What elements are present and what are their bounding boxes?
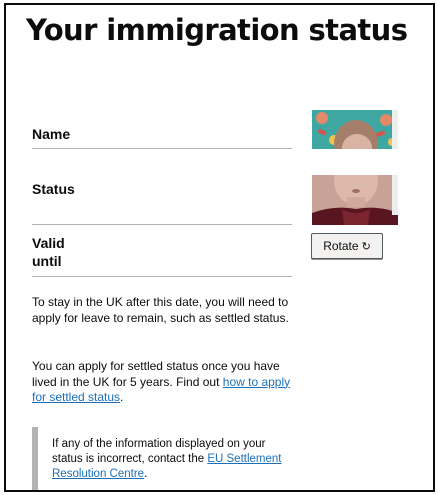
summary-list: Name Status Valid until xyxy=(32,109,292,277)
summary-row-valid-until: Valid until xyxy=(32,225,292,277)
rotate-button-label: Rotate xyxy=(323,239,359,253)
rotate-icon: ↻ xyxy=(361,240,371,253)
paragraph-settled-status-end: . xyxy=(120,390,124,404)
summary-key-status: Status xyxy=(32,181,75,197)
photo-bottom xyxy=(312,175,398,225)
inset-text: If any of the information displayed on y… xyxy=(32,427,294,490)
paragraph-settled-status: You can apply for settled status once yo… xyxy=(32,359,294,406)
photo-top xyxy=(312,110,398,149)
status-page: Your immigration status Name Status Vali… xyxy=(4,3,435,492)
rotate-button[interactable]: Rotate ↻ xyxy=(311,233,383,259)
inset-text-end: . xyxy=(144,468,148,480)
page-title: Your immigration status xyxy=(26,13,408,47)
summary-key-valid-until: Valid until xyxy=(32,235,65,269)
paragraph-leave-to-remain: To stay in the UK after this date, you w… xyxy=(32,295,289,325)
summary-row-name: Name xyxy=(32,109,292,149)
summary-row-status: Status xyxy=(32,149,292,225)
summary-key-name: Name xyxy=(32,126,71,142)
